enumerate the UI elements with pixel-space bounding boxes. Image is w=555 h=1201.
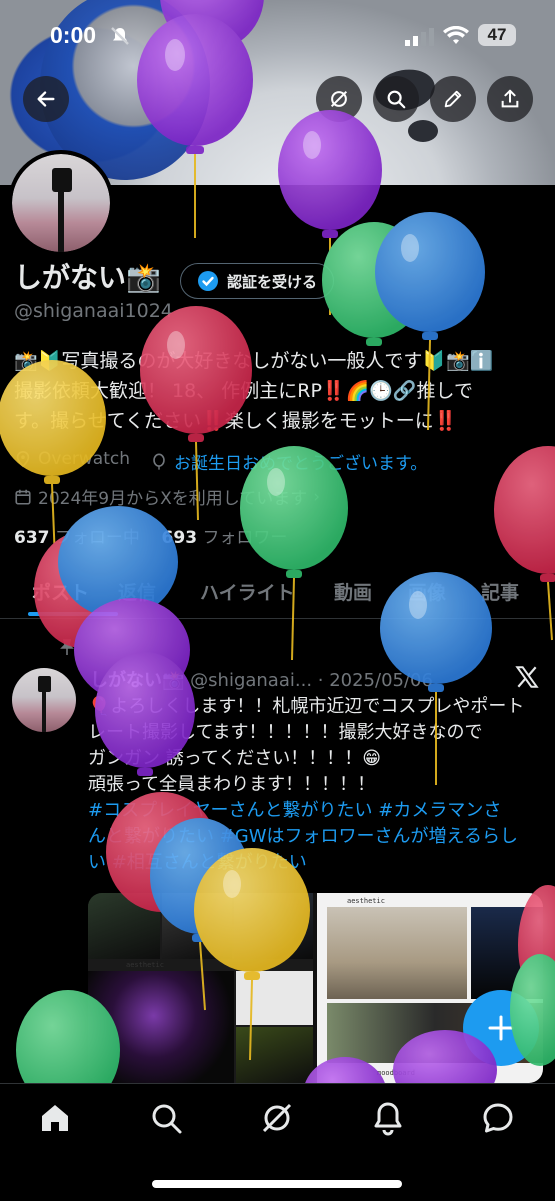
post-text: 🎈よろしくします！！札幌市近辺でコスプレやポート レート撮影してます！！！！！撮…	[88, 694, 543, 798]
nav-grok[interactable]	[259, 1100, 295, 1136]
search-button[interactable]	[373, 76, 419, 122]
calendar-icon	[15, 489, 31, 505]
home-indicator	[152, 1180, 402, 1188]
edit-icon	[444, 90, 462, 108]
get-verified-button[interactable]: 認証を受ける	[180, 263, 334, 299]
share-icon	[501, 89, 519, 108]
balloon	[375, 212, 485, 332]
bio-line: す。撮らせてください‼️楽しく撮影をモットーに‼️	[14, 410, 458, 432]
wifi-icon	[443, 25, 469, 46]
grok-button[interactable]	[316, 76, 362, 122]
balloon	[494, 446, 555, 574]
balloon	[322, 222, 426, 338]
tab-images[interactable]: 画像	[408, 578, 446, 605]
balloon-icon	[153, 453, 165, 470]
compose-post-button[interactable]	[463, 990, 539, 1066]
back-button[interactable]	[23, 76, 69, 122]
followers-link[interactable]: 693 フォロワー	[162, 528, 288, 548]
joined-text: 2024年9月からXを利用しています	[38, 489, 308, 509]
cellular-signal-icon	[405, 28, 435, 46]
notifications-icon	[374, 1102, 402, 1136]
plus-icon	[488, 1015, 514, 1041]
profile-location: Overwatch	[14, 449, 130, 469]
profile-joined: 2024年9月からXを利用しています ›	[14, 484, 320, 509]
verified-badge-icon	[197, 271, 218, 291]
post-hashtags[interactable]: #コスプレイヤーさんと繋がりたい #カメラマンさ んと繋がりたい #GWはフォロ…	[88, 798, 543, 876]
chevron-right-icon: ›	[313, 486, 321, 507]
location-text: Overwatch	[38, 449, 130, 469]
nav-messages[interactable]	[480, 1100, 516, 1136]
profile-handle: @shiganaai1024	[14, 300, 173, 322]
profile-name: しがない📸	[14, 261, 161, 294]
status-time: 0:00	[50, 22, 97, 48]
post-header: しがない📸 @shiganaai... · 2025/05/06	[90, 666, 433, 692]
tab-highlights[interactable]: ハイライト	[200, 578, 295, 605]
tab-replies[interactable]: 返信	[118, 578, 156, 605]
tab-posts[interactable]: ポスト	[32, 578, 89, 605]
search-icon	[387, 90, 406, 109]
post-text-line: レート撮影してます！！！！！撮影大好きなので	[88, 722, 483, 743]
post-author-avatar[interactable]	[12, 668, 76, 732]
home-icon	[42, 1105, 68, 1131]
media-caption: moodboard	[377, 1069, 415, 1077]
post-handle-date: @shiganaai... · 2025/05/06	[190, 670, 433, 691]
battery-indicator: 47	[478, 24, 516, 46]
bio-line: 撮影依頼大歓迎！ 18、 作例主にRP‼️🌈🕒🔗推しで	[14, 380, 473, 402]
tab-videos[interactable]: 動画	[334, 578, 372, 605]
active-tab-indicator	[28, 612, 118, 616]
nav-search[interactable]	[148, 1100, 184, 1136]
hashtag-line: い #相互さんと繋がりたい	[88, 852, 307, 873]
silent-bell-icon	[110, 26, 130, 46]
hashtag-line: #コスプレイヤーさんと繋がりたい #カメラマンさ	[88, 800, 502, 821]
share-button[interactable]	[487, 76, 533, 122]
post-author-name[interactable]: しがない📸	[90, 670, 184, 691]
post-text-line: ガンガン 誘ってください！！！！😁	[88, 748, 382, 769]
follow-stats: 637 フォロー中 693 フォロワー	[14, 523, 287, 548]
pin-icon	[58, 638, 76, 656]
nav-home[interactable]	[37, 1100, 73, 1136]
back-icon	[37, 91, 55, 107]
media-image-1[interactable]: aesthetic	[88, 893, 313, 1083]
edit-button[interactable]	[430, 76, 476, 122]
following-link[interactable]: 637 フォロー中	[14, 528, 140, 548]
profile-birthday[interactable]: お誕生日おめでとうございます。	[150, 449, 427, 474]
profile-bio: 📸🔰写真撮るのが大好きなしがない一般人です🔰📸ℹ️ 撮影依頼大歓迎！ 18、 作…	[14, 346, 542, 436]
bio-line: 📸🔰写真撮るのが大好きなしがない一般人です🔰📸ℹ️	[14, 350, 494, 372]
profile-avatar[interactable]	[8, 150, 114, 256]
get-verified-label: 認証を受ける	[226, 272, 317, 291]
messages-icon	[483, 1103, 513, 1133]
post-text-line: 頑張って全員まわります！！！！！	[88, 774, 376, 795]
grok-icon	[262, 1103, 292, 1133]
media-caption: aesthetic	[347, 897, 385, 905]
grok-icon	[330, 90, 348, 108]
hashtag-line: んと繋がりたい #GWはフォロワーさんが増えるらし	[88, 826, 519, 847]
tab-articles[interactable]: 記事	[481, 578, 519, 605]
following-count: 637	[14, 528, 50, 548]
search-icon	[152, 1104, 182, 1134]
followers-count: 693	[161, 528, 198, 548]
nav-notifications[interactable]	[370, 1100, 406, 1136]
media-caption: aesthetic	[126, 961, 164, 969]
x-logo-icon	[514, 664, 540, 690]
banner-plush-nose	[408, 120, 438, 142]
following-label: フォロー中	[54, 528, 140, 548]
birthday-text: お誕生日おめでとうございます。	[174, 454, 428, 474]
location-pin-icon	[16, 450, 30, 468]
followers-label: フォロワー	[202, 528, 288, 548]
post-text-line: 🎈よろしくします！！札幌市近辺でコスプレやポート	[88, 696, 525, 717]
